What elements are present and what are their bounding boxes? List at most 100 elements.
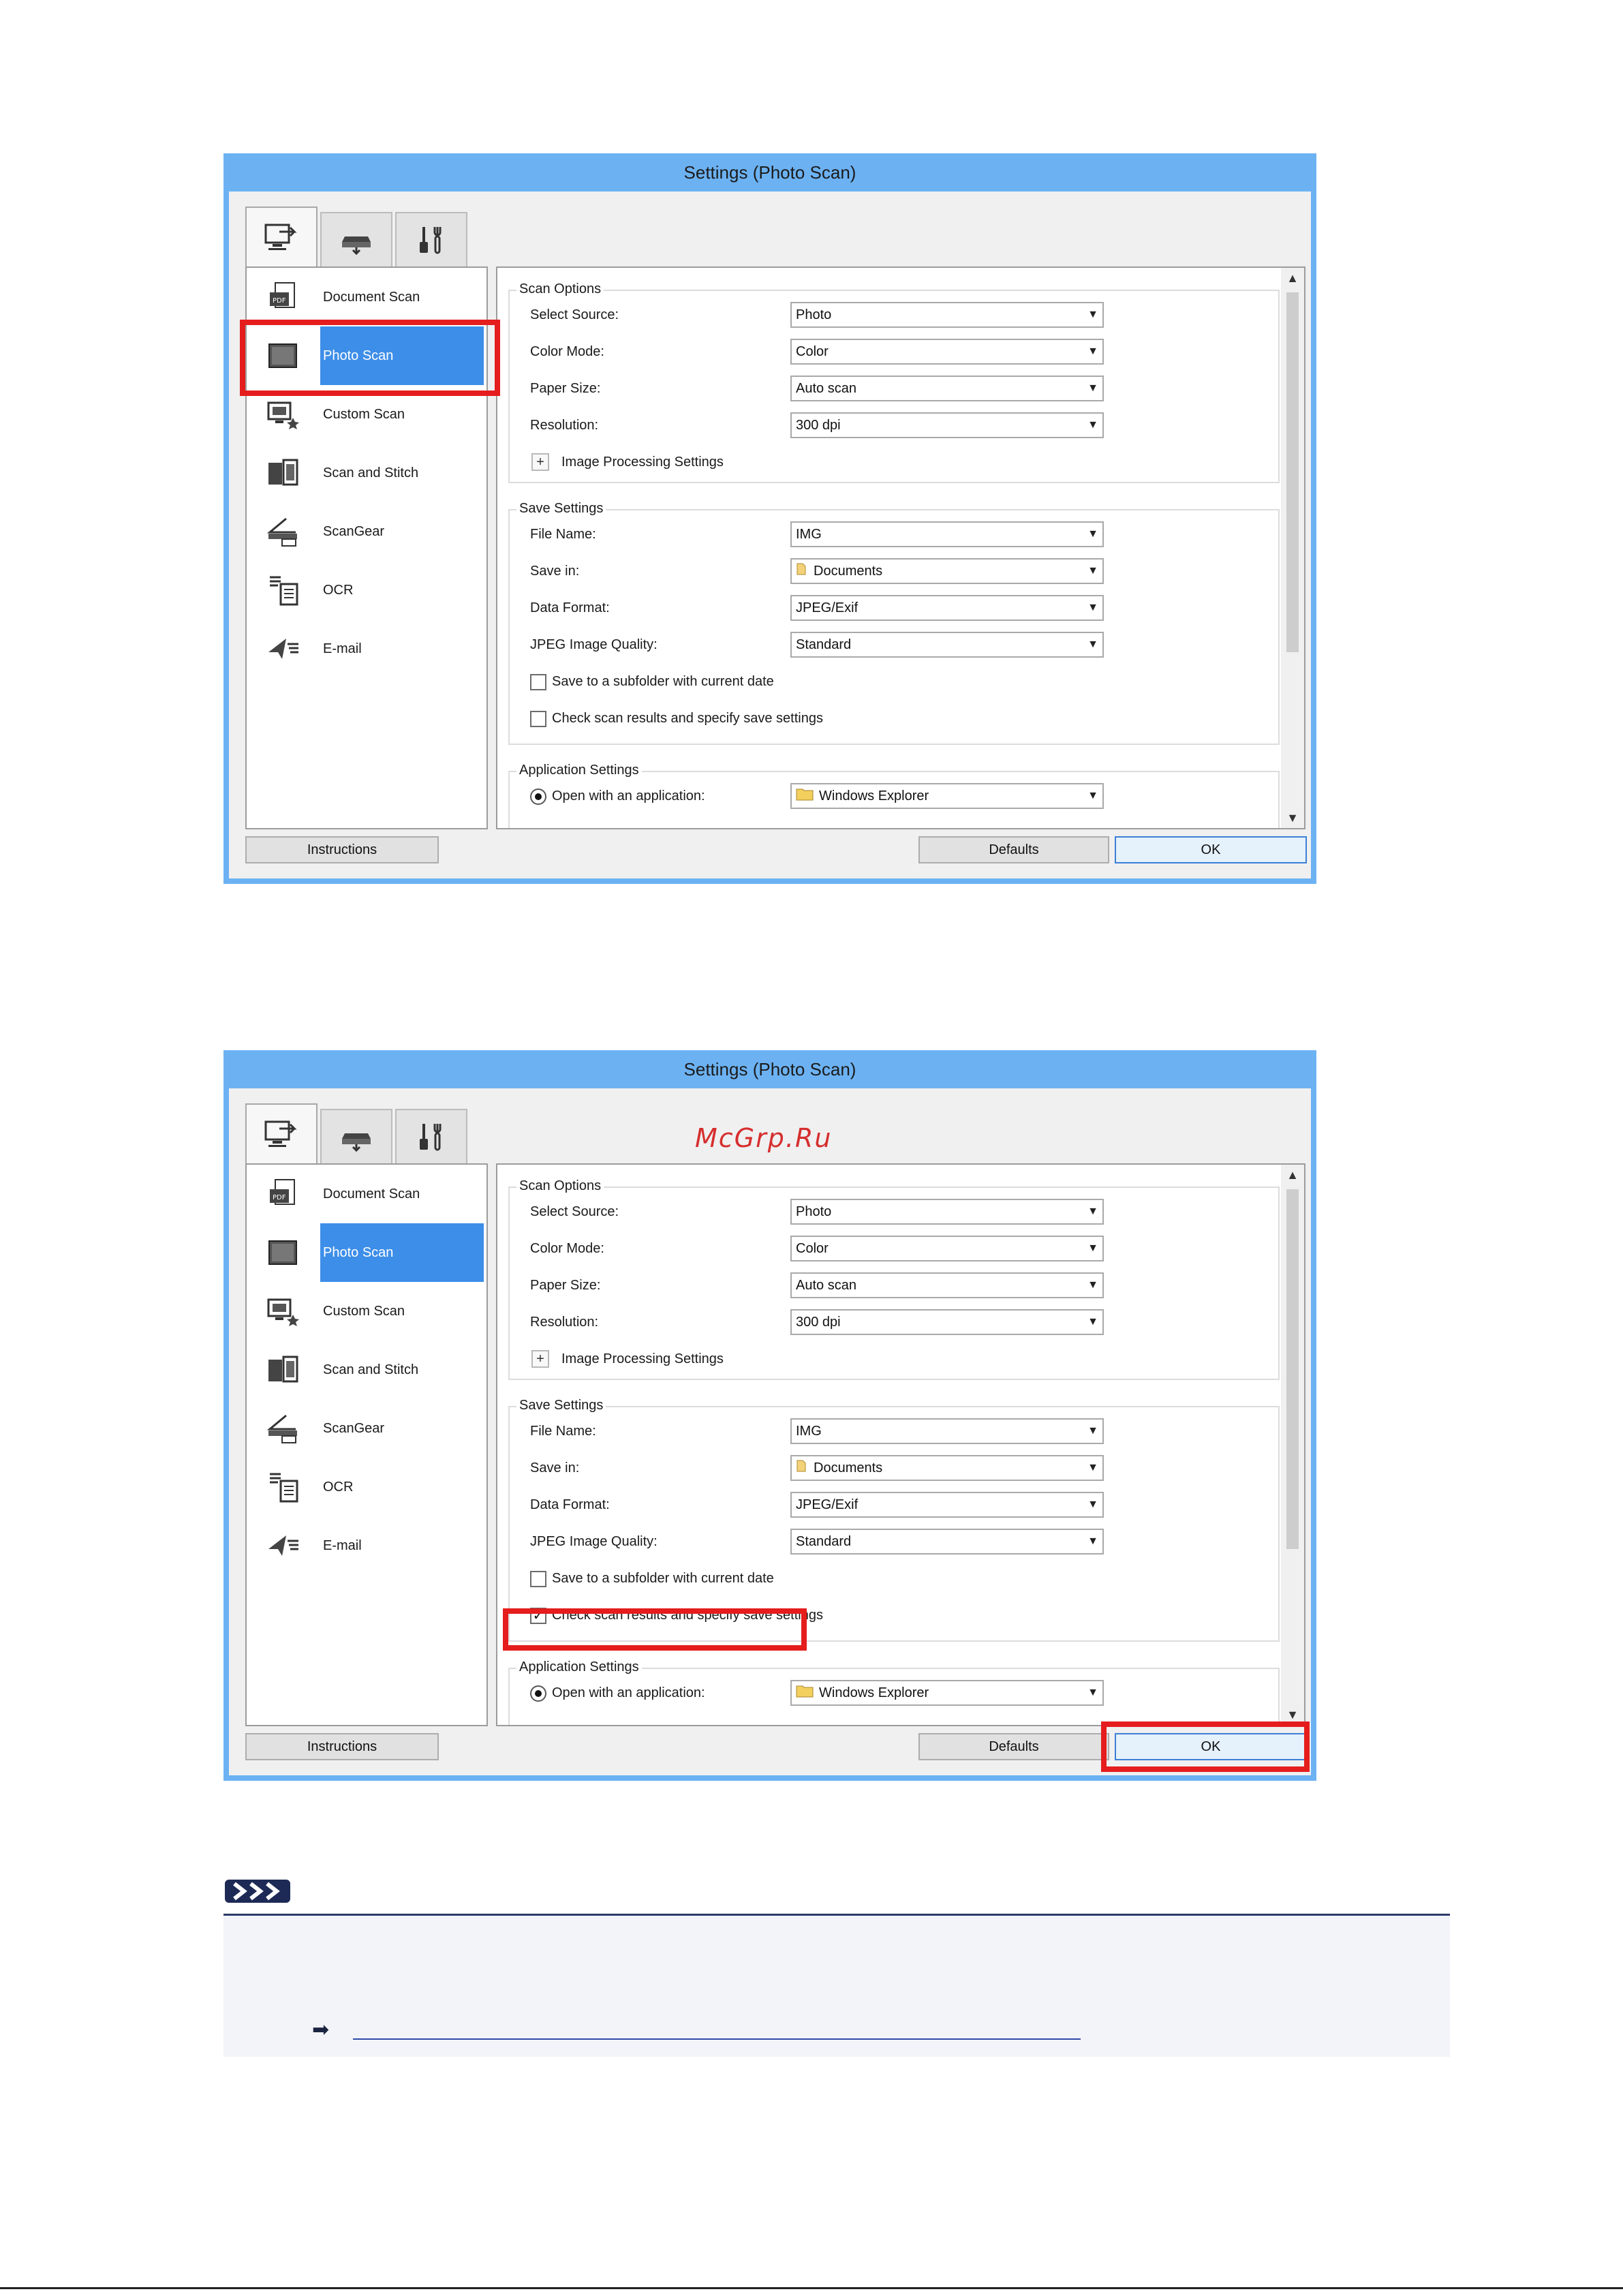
defaults-button[interactable]: Defaults xyxy=(918,836,1109,863)
tab-general-settings[interactable] xyxy=(395,1109,467,1163)
nav-item-scan-and-stitch[interactable]: Scan and Stitch xyxy=(247,444,486,502)
paper-size-row: Paper Size: Auto scan ▼ xyxy=(510,1271,1278,1300)
nav-item-email[interactable]: E-mail xyxy=(247,619,486,678)
nav-item-scangear[interactable]: ScanGear xyxy=(247,1399,486,1458)
file-name-combobox[interactable]: IMG ▼ xyxy=(790,1418,1104,1444)
nav-item-email[interactable]: E-mail xyxy=(247,1516,486,1575)
jpeg-quality-row: JPEG Image Quality: Standard ▼ xyxy=(510,1527,1278,1556)
chevron-down-icon: ▼ xyxy=(1087,309,1098,320)
dropdown-value: 300 dpi xyxy=(796,1315,841,1330)
chevron-down-icon: ▼ xyxy=(1087,419,1098,431)
chevron-down-icon: ▼ xyxy=(1087,790,1098,801)
note-link[interactable] xyxy=(353,2038,1081,2040)
select-source-dropdown[interactable]: Photo ▼ xyxy=(790,302,1104,328)
application-settings-group: Application Settings Open with an applic… xyxy=(508,1659,1280,1725)
instructions-button[interactable]: Instructions xyxy=(245,836,439,863)
dropdown-value: Auto scan xyxy=(796,1278,856,1293)
nav-item-document-scan[interactable]: PDF Document Scan xyxy=(247,268,486,326)
expand-plus-icon[interactable]: + xyxy=(531,1350,549,1368)
scroll-down-icon[interactable]: ▼ xyxy=(1281,808,1304,828)
scan-type-list: PDF Document Scan Photo Scan Custom Scan xyxy=(245,1163,488,1726)
nav-item-label: OCR xyxy=(323,583,354,598)
open-with-dropdown[interactable]: Windows Explorer ▼ xyxy=(790,783,1104,809)
subfolder-checkbox[interactable] xyxy=(530,1571,546,1587)
tab-scan-from-computer[interactable] xyxy=(245,1103,318,1165)
nav-item-photo-scan[interactable]: Photo Scan xyxy=(247,1223,486,1282)
scroll-up-icon[interactable]: ▲ xyxy=(1281,268,1304,288)
scrollbar-thumb[interactable] xyxy=(1286,1189,1299,1549)
note-chevrons-icon xyxy=(225,1877,290,1910)
scrollbar-thumb[interactable] xyxy=(1286,292,1299,652)
nav-item-label: E-mail xyxy=(323,641,362,656)
save-settings-group: Save Settings File Name: IMG ▼ Save in: D… xyxy=(508,1398,1280,1642)
dropdown-value: Color xyxy=(796,344,829,359)
save-in-dropdown[interactable]: Documents ▼ xyxy=(790,1455,1104,1481)
dropdown-value: JPEG/Exif xyxy=(796,1497,859,1512)
jpeg-quality-dropdown[interactable]: Standard ▼ xyxy=(790,1529,1104,1555)
jpeg-quality-dropdown[interactable]: Standard ▼ xyxy=(790,632,1104,658)
select-source-dropdown[interactable]: Photo ▼ xyxy=(790,1199,1104,1225)
email-icon xyxy=(264,1527,301,1564)
nav-item-ocr[interactable]: OCR xyxy=(247,561,486,619)
paper-size-dropdown[interactable]: Auto scan ▼ xyxy=(790,376,1104,401)
highlight-ok-button xyxy=(1101,1721,1310,1772)
nav-item-document-scan[interactable]: PDF Document Scan xyxy=(247,1165,486,1223)
photo-scan-icon xyxy=(264,1234,301,1271)
color-mode-dropdown[interactable]: Color ▼ xyxy=(790,339,1104,365)
dropdown-value: 300 dpi xyxy=(796,418,841,433)
scangear-icon xyxy=(264,513,301,550)
explorer-folder-icon xyxy=(796,1682,814,1705)
color-mode-dropdown[interactable]: Color ▼ xyxy=(790,1236,1104,1261)
resolution-dropdown[interactable]: 300 dpi ▼ xyxy=(790,1309,1104,1335)
tab-scan-from-computer[interactable] xyxy=(245,206,318,268)
expand-plus-icon[interactable]: + xyxy=(531,453,549,471)
monitor-scan-icon xyxy=(264,224,297,250)
color-mode-label: Color Mode: xyxy=(530,1241,604,1256)
nav-item-custom-scan[interactable]: Custom Scan xyxy=(247,1282,486,1341)
page-footer-rule xyxy=(0,2287,1623,2289)
check-results-label: Check scan results and specify save sett… xyxy=(552,711,823,726)
tab-general-settings[interactable] xyxy=(395,212,467,266)
save-in-dropdown[interactable]: Documents ▼ xyxy=(790,558,1104,584)
tab-scan-from-panel[interactable] xyxy=(320,212,392,266)
open-with-radio[interactable] xyxy=(530,789,546,805)
tab-scan-from-panel[interactable] xyxy=(320,1109,392,1163)
subfolder-checkbox[interactable] xyxy=(530,674,546,690)
nav-item-scan-and-stitch[interactable]: Scan and Stitch xyxy=(247,1341,486,1399)
vertical-scrollbar[interactable]: ▲ ▼ xyxy=(1281,268,1304,828)
defaults-button[interactable]: Defaults xyxy=(918,1733,1109,1760)
file-name-combobox[interactable]: IMG ▼ xyxy=(790,521,1104,547)
nav-item-ocr[interactable]: OCR xyxy=(247,1458,486,1516)
window-title: Settings (Photo Scan) xyxy=(683,1059,856,1080)
chevron-down-icon: ▼ xyxy=(1087,639,1098,650)
subfolder-label: Save to a subfolder with current date xyxy=(552,1571,774,1586)
open-with-radio[interactable] xyxy=(530,1685,546,1702)
resolution-label: Resolution: xyxy=(530,1315,599,1330)
resolution-dropdown[interactable]: 300 dpi ▼ xyxy=(790,412,1104,438)
select-source-label: Select Source: xyxy=(530,1204,619,1219)
vertical-scrollbar[interactable]: ▲ ▼ xyxy=(1281,1165,1304,1725)
documents-folder-icon xyxy=(796,560,808,583)
nav-item-label: ScanGear xyxy=(323,1421,385,1436)
check-results-checkbox[interactable] xyxy=(530,711,546,727)
nav-item-label: Scan and Stitch xyxy=(323,1362,419,1377)
paper-size-dropdown[interactable]: Auto scan ▼ xyxy=(790,1272,1104,1298)
settings-window: Settings (Photo Scan) PDF Document Scan … xyxy=(223,153,1316,884)
data-format-dropdown[interactable]: JPEG/Exif ▼ xyxy=(790,1492,1104,1518)
open-with-dropdown[interactable]: Windows Explorer ▼ xyxy=(790,1680,1104,1706)
instructions-button[interactable]: Instructions xyxy=(245,1733,439,1760)
nav-item-scangear[interactable]: ScanGear xyxy=(247,502,486,561)
chevron-down-icon: ▼ xyxy=(1087,602,1098,613)
ok-button[interactable]: OK xyxy=(1115,836,1307,863)
dropdown-value: Standard xyxy=(796,1534,852,1549)
nav-item-label: E-mail xyxy=(323,1538,362,1553)
dropdown-value: IMG xyxy=(796,527,822,542)
data-format-dropdown[interactable]: JPEG/Exif ▼ xyxy=(790,595,1104,621)
scroll-up-icon[interactable]: ▲ xyxy=(1281,1165,1304,1185)
application-settings-group: Application Settings Open with an applic… xyxy=(508,763,1280,828)
open-with-label: Open with an application: xyxy=(552,789,705,803)
custom-scan-icon xyxy=(264,1293,301,1330)
dropdown-value: Standard xyxy=(796,637,852,652)
dropdown-value: Documents xyxy=(814,564,883,579)
monitor-scan-icon xyxy=(264,1120,297,1147)
